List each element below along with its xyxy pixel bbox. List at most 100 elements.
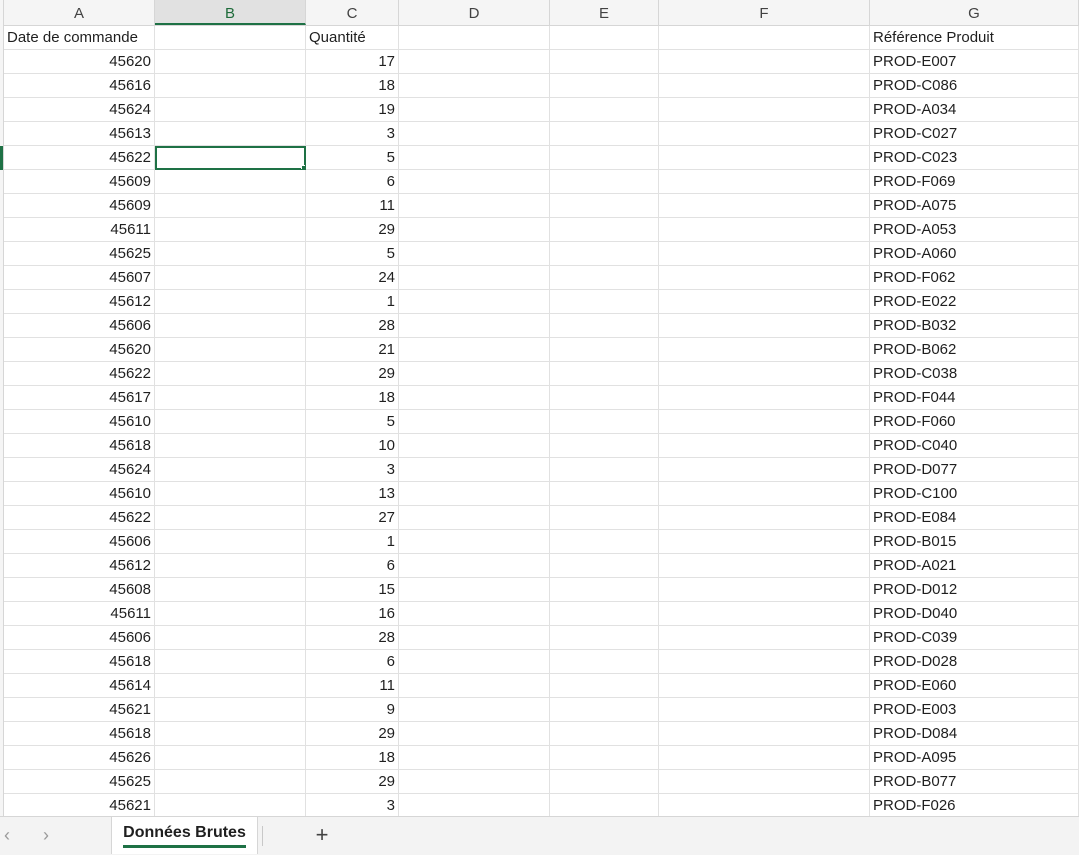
cell-d25[interactable] (399, 602, 550, 626)
cell-a17[interactable]: 45610 (4, 410, 155, 434)
cell-d32[interactable] (399, 770, 550, 794)
cell-c19[interactable]: 3 (306, 458, 399, 482)
cell-f29[interactable] (659, 698, 870, 722)
column-header-b[interactable]: B (155, 0, 306, 25)
cell-e4[interactable] (550, 98, 659, 122)
cell-a10[interactable]: 45625 (4, 242, 155, 266)
cell-e3[interactable] (550, 74, 659, 98)
cell-g21[interactable]: PROD-E084 (870, 506, 1079, 530)
cell-g8[interactable]: PROD-A075 (870, 194, 1079, 218)
cell-d13[interactable] (399, 314, 550, 338)
cell-c25[interactable]: 16 (306, 602, 399, 626)
cell-f20[interactable] (659, 482, 870, 506)
cell-f7[interactable] (659, 170, 870, 194)
cell-e17[interactable] (550, 410, 659, 434)
cell-e31[interactable] (550, 746, 659, 770)
cell-g26[interactable]: PROD-C039 (870, 626, 1079, 650)
cell-a12[interactable]: 45612 (4, 290, 155, 314)
cell-g12[interactable]: PROD-E022 (870, 290, 1079, 314)
cell-d16[interactable] (399, 386, 550, 410)
cell-c8[interactable]: 11 (306, 194, 399, 218)
spreadsheet[interactable]: ABCDEFG Date de commande Quantité Référenc… (0, 0, 1079, 816)
cell-a13[interactable]: 45606 (4, 314, 155, 338)
cell-a19[interactable]: 45624 (4, 458, 155, 482)
cell-b17[interactable] (155, 410, 306, 434)
cell-g16[interactable]: PROD-F044 (870, 386, 1079, 410)
cell-e21[interactable] (550, 506, 659, 530)
cell-d30[interactable] (399, 722, 550, 746)
cell-g14[interactable]: PROD-B062 (870, 338, 1079, 362)
cell-e27[interactable] (550, 650, 659, 674)
cell-g18[interactable]: PROD-C040 (870, 434, 1079, 458)
cell-c14[interactable]: 21 (306, 338, 399, 362)
cell-f19[interactable] (659, 458, 870, 482)
cell-e13[interactable] (550, 314, 659, 338)
cell-f17[interactable] (659, 410, 870, 434)
cell-b4[interactable] (155, 98, 306, 122)
cell-c26[interactable]: 28 (306, 626, 399, 650)
cell-f27[interactable] (659, 650, 870, 674)
cell-c6[interactable]: 5 (306, 146, 399, 170)
cell-b21[interactable] (155, 506, 306, 530)
cell-g20[interactable]: PROD-C100 (870, 482, 1079, 506)
cell-e26[interactable] (550, 626, 659, 650)
cell-a27[interactable]: 45618 (4, 650, 155, 674)
cell-e20[interactable] (550, 482, 659, 506)
tab-donnees-brutes[interactable]: Données Brutes (111, 817, 258, 854)
cell-d2[interactable] (399, 50, 550, 74)
cell-g17[interactable]: PROD-F060 (870, 410, 1079, 434)
cell-b32[interactable] (155, 770, 306, 794)
cell-b26[interactable] (155, 626, 306, 650)
cell-e9[interactable] (550, 218, 659, 242)
cell-g25[interactable]: PROD-D040 (870, 602, 1079, 626)
prev-sheet-icon[interactable]: ‹ (0, 823, 17, 847)
cell-f16[interactable] (659, 386, 870, 410)
cell-f25[interactable] (659, 602, 870, 626)
cell-a14[interactable]: 45620 (4, 338, 155, 362)
cell-b15[interactable] (155, 362, 306, 386)
cell-g31[interactable]: PROD-A095 (870, 746, 1079, 770)
cell-e25[interactable] (550, 602, 659, 626)
cell-c17[interactable]: 5 (306, 410, 399, 434)
cell-c16[interactable]: 18 (306, 386, 399, 410)
cell-g15[interactable]: PROD-C038 (870, 362, 1079, 386)
cell-d18[interactable] (399, 434, 550, 458)
cell-f21[interactable] (659, 506, 870, 530)
cell-f23[interactable] (659, 554, 870, 578)
cell-a8[interactable]: 45609 (4, 194, 155, 218)
cell-a2[interactable]: 45620 (4, 50, 155, 74)
cell-f2[interactable] (659, 50, 870, 74)
cell-d29[interactable] (399, 698, 550, 722)
cell-a11[interactable]: 45607 (4, 266, 155, 290)
cell-b33[interactable] (155, 794, 306, 816)
column-header-c[interactable]: C (306, 0, 399, 25)
cell-a21[interactable]: 45622 (4, 506, 155, 530)
cell-f28[interactable] (659, 674, 870, 698)
cell-d15[interactable] (399, 362, 550, 386)
cell-a6[interactable]: 45622 (4, 146, 155, 170)
header-cell-f[interactable] (659, 26, 870, 50)
cell-d31[interactable] (399, 746, 550, 770)
cell-e29[interactable] (550, 698, 659, 722)
cell-b14[interactable] (155, 338, 306, 362)
cell-c9[interactable]: 29 (306, 218, 399, 242)
cell-g32[interactable]: PROD-B077 (870, 770, 1079, 794)
cell-f33[interactable] (659, 794, 870, 816)
cell-c18[interactable]: 10 (306, 434, 399, 458)
cell-c10[interactable]: 5 (306, 242, 399, 266)
cell-d9[interactable] (399, 218, 550, 242)
cell-g19[interactable]: PROD-D077 (870, 458, 1079, 482)
cell-d27[interactable] (399, 650, 550, 674)
cell-g30[interactable]: PROD-D084 (870, 722, 1079, 746)
cell-d20[interactable] (399, 482, 550, 506)
cell-g2[interactable]: PROD-E007 (870, 50, 1079, 74)
cell-g29[interactable]: PROD-E003 (870, 698, 1079, 722)
cell-b18[interactable] (155, 434, 306, 458)
header-cell-b[interactable] (155, 26, 306, 50)
cell-c28[interactable]: 11 (306, 674, 399, 698)
cell-e10[interactable] (550, 242, 659, 266)
cell-e22[interactable] (550, 530, 659, 554)
column-header-e[interactable]: E (550, 0, 659, 25)
cell-f9[interactable] (659, 218, 870, 242)
cell-b2[interactable] (155, 50, 306, 74)
